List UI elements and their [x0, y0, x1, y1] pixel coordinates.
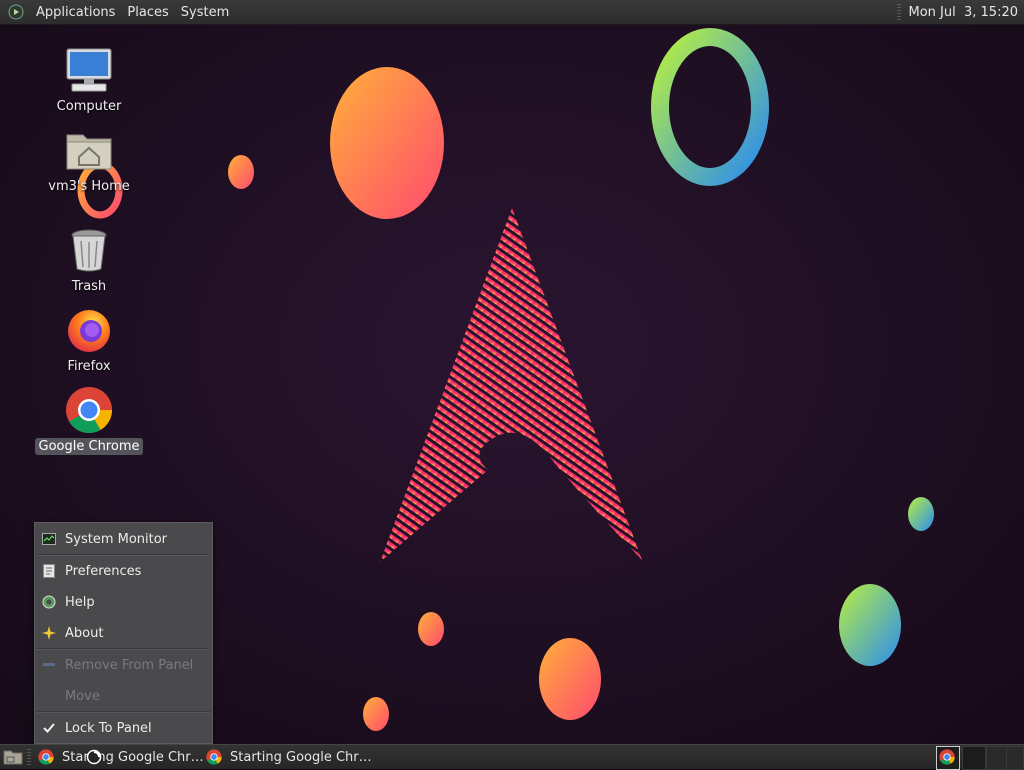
taskbar-item-label: Starting Google Chr…: [62, 750, 204, 765]
home-folder-icon: [63, 124, 115, 176]
menu-item-label: System Monitor: [65, 532, 167, 547]
workspace-switcher-3[interactable]: [1006, 746, 1024, 770]
trash-icon: [63, 224, 115, 276]
menu-item-move[interactable]: Move: [35, 684, 212, 708]
system-monitor-icon: [41, 531, 57, 547]
menu-item-lock-to-panel[interactable]: Lock To Panel: [35, 716, 212, 740]
checkmark-icon: [41, 720, 57, 736]
tray-chrome[interactable]: [936, 746, 960, 770]
taskbar-item-label: Starting Google Chr…: [230, 750, 372, 765]
chrome-icon: [38, 749, 54, 765]
firefox-icon: [63, 304, 115, 356]
desktop-icon-chrome[interactable]: Google Chrome: [34, 384, 144, 455]
menu-item-about[interactable]: About: [35, 621, 212, 645]
menu-item-remove-from-panel[interactable]: Remove From Panel: [35, 653, 212, 677]
taskbar-item[interactable]: Starting Google Chr…: [206, 747, 372, 767]
desktop-icon-trash[interactable]: Trash: [34, 224, 144, 295]
desktop-icon-label: vm3's Home: [44, 178, 134, 195]
system-menu[interactable]: System: [175, 5, 235, 20]
desktop-icon-home[interactable]: vm3's Home: [34, 124, 144, 195]
menu-item-label: Lock To Panel: [65, 721, 152, 736]
menu-separator: [37, 648, 210, 650]
desktop-icon-label: Trash: [68, 278, 110, 295]
help-icon: [41, 594, 57, 610]
chrome-icon: [63, 384, 115, 436]
menu-separator: [37, 711, 210, 713]
move-icon-placeholder: [41, 688, 57, 704]
desktop-icon-label: Computer: [53, 98, 126, 115]
menu-item-label: Move: [65, 689, 100, 704]
clock[interactable]: Mon Jul 3, 15:20: [909, 5, 1024, 20]
chrome-icon: [206, 749, 222, 765]
about-icon: [41, 625, 57, 641]
panel-context-menu: System Monitor Preferences Help About Re…: [34, 522, 213, 744]
menu-separator: [37, 554, 210, 556]
desktop-icon-label: Firefox: [63, 358, 114, 375]
preferences-icon: [41, 563, 57, 579]
menu-item-label: Preferences: [65, 564, 141, 579]
menu-item-label: About: [65, 626, 103, 641]
applications-menu[interactable]: Applications: [30, 5, 121, 20]
menu-item-label: Help: [65, 595, 95, 610]
top-panel: Applications Places System Mon Jul 3, 15…: [0, 0, 1024, 25]
remove-icon: [41, 657, 57, 673]
places-menu[interactable]: Places: [121, 5, 174, 20]
menu-item-help[interactable]: Help: [35, 590, 212, 614]
bottom-panel: Starting Google Chr… Starting Google Chr…: [0, 744, 1024, 769]
panel-drag-handle[interactable]: [897, 4, 901, 20]
desktop-icon-firefox[interactable]: Firefox: [34, 304, 144, 375]
menu-item-preferences[interactable]: Preferences: [35, 559, 212, 583]
chrome-icon: [939, 749, 955, 765]
taskbar-item[interactable]: Starting Google Chr…: [38, 747, 204, 767]
menu-item-system-monitor[interactable]: System Monitor: [35, 527, 212, 551]
desktop-icon-label: Google Chrome: [35, 438, 144, 455]
workspace-switcher-1[interactable]: [962, 746, 986, 770]
computer-icon: [63, 44, 115, 96]
panel-drag-handle[interactable]: [27, 749, 31, 765]
busy-cursor-icon: [86, 749, 102, 765]
menu-logo-icon[interactable]: [8, 4, 24, 20]
desktop-icon-computer[interactable]: Computer: [34, 44, 144, 115]
menu-item-label: Remove From Panel: [65, 658, 193, 673]
show-desktop-icon[interactable]: [3, 749, 23, 765]
